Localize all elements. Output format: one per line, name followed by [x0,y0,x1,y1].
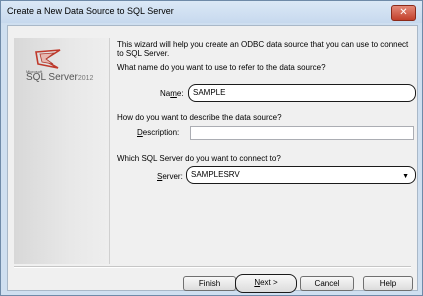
description-question: How do you want to describe the data sou… [117,113,282,122]
description-label: Description: [137,128,180,137]
intro-text: This wizard will help you create an ODBC… [117,40,409,58]
title-bar[interactable]: Create a New Data Source to SQL Server ✕ [1,1,422,23]
sql-server-logo-icon [35,49,61,69]
server-label: Server: [157,172,183,181]
close-icon: ✕ [399,7,408,18]
close-button[interactable]: ✕ [391,5,416,21]
wizard-side-panel: Microsoft SQL Server2012 [14,38,110,264]
wizard-body: Microsoft SQL Server2012 This wizard wil… [7,25,418,293]
description-field[interactable] [190,126,414,140]
window-title: Create a New Data Source to SQL Server [7,6,174,16]
server-value: SAMPLESRV [191,170,240,179]
logo-product: SQL Server [26,72,78,83]
server-question: Which SQL Server do you want to connect … [117,154,281,163]
chevron-down-icon[interactable]: ▼ [402,170,409,184]
server-combobox[interactable]: SAMPLESRV ▼ [186,166,416,184]
dialog-window: Create a New Data Source to SQL Server ✕… [0,0,423,296]
name-question: What name do you want to use to refer to… [117,63,326,72]
cancel-button[interactable]: Cancel [300,276,354,291]
logo-product-text: SQL Server2012 [26,72,93,83]
name-label: Name: [160,89,184,98]
help-button[interactable]: Help [363,276,413,291]
logo-year: 2012 [77,75,94,82]
name-field[interactable]: SAMPLE [188,84,416,102]
button-divider [14,266,411,268]
next-button[interactable]: Next > [235,274,297,293]
finish-button[interactable]: Finish [183,276,236,291]
